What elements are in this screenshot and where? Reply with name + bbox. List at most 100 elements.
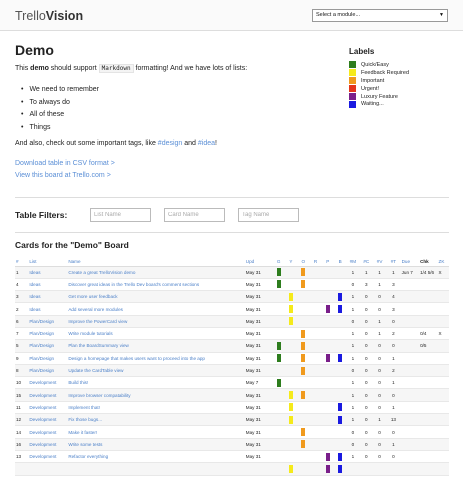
table-row[interactable]: 3 Ideas Get more user feedback May 31 1 0 0 4 bbox=[15, 290, 449, 304]
cell-list-name[interactable]: Development bbox=[28, 376, 68, 390]
label-bar-orange bbox=[301, 440, 306, 449]
cell-label-orange bbox=[297, 278, 310, 292]
col-header-comments[interactable]: #C bbox=[359, 257, 373, 267]
cell-card-name[interactable]: Refactor everything bbox=[67, 450, 245, 464]
cell-card-name[interactable] bbox=[67, 462, 245, 476]
cell-list-name[interactable]: Plan/Design bbox=[28, 315, 68, 328]
table-row[interactable]: 14 Development Make it faster! May 31 0 0 0 0 bbox=[15, 425, 449, 439]
bullet-item: All of these bbox=[21, 109, 99, 122]
cell-list-name[interactable]: Development bbox=[28, 388, 68, 402]
cell-list-name[interactable]: Plan/Design bbox=[28, 352, 68, 365]
cell-list-name[interactable]: Plan/Design bbox=[28, 364, 68, 378]
col-header-num[interactable]: # bbox=[15, 257, 29, 267]
table-row[interactable]: 7 Plan/Design Write module tutorials May 31… bbox=[15, 327, 449, 341]
table-row[interactable]: 9 Plan/Design Design a homepage that makes… bbox=[15, 352, 449, 365]
table-row[interactable]: 15 Development Improve browser compatabili… bbox=[15, 388, 449, 402]
labels-legend: Quick/Easy Feedback Required Important U… bbox=[349, 61, 409, 108]
cell-list-name[interactable]: Development bbox=[28, 413, 68, 427]
bullet-item: Things bbox=[21, 122, 99, 135]
csv-download-link[interactable]: Download table in CSV format > bbox=[15, 160, 115, 167]
col-header-list[interactable]: List bbox=[28, 257, 68, 267]
cell-label-yellow bbox=[284, 376, 298, 390]
cell-list-name[interactable]: Ideas bbox=[28, 278, 68, 292]
cell-list-name[interactable]: Development bbox=[28, 450, 68, 464]
cell-card-name[interactable]: Improve the PowerCard view bbox=[67, 315, 245, 328]
cell-card-name[interactable]: Discover great ideas in the Trello Dev b… bbox=[67, 278, 245, 292]
cell-list-name[interactable]: Ideas bbox=[28, 266, 68, 279]
legend-item: Waiting... bbox=[349, 100, 409, 108]
app-logo[interactable]: TrelloVision bbox=[15, 9, 83, 23]
cell-card-name[interactable]: Fix those bugs... bbox=[67, 413, 245, 427]
tag-link-design[interactable]: #design bbox=[158, 140, 183, 147]
cell-card-name[interactable]: Design a homepage that makes users want … bbox=[67, 352, 245, 365]
col-header-orange[interactable]: O bbox=[297, 257, 310, 267]
col-header-tasks[interactable]: #T bbox=[386, 257, 401, 267]
table-row[interactable]: 13 Development Refactor everything May 31 1 0… bbox=[15, 450, 449, 464]
col-header-checklist[interactable]: Chk bbox=[419, 257, 438, 267]
cell-comments: 0 bbox=[359, 290, 373, 304]
table-row[interactable]: 11 Development Implement that! May 31 1 0 0 1 bbox=[15, 401, 449, 415]
cell-tasks: 13 bbox=[386, 413, 401, 427]
cell-card-name[interactable]: Build this! bbox=[67, 376, 245, 390]
cell-card-name[interactable]: Improve browser compatability bbox=[67, 388, 245, 402]
cell-card-name[interactable]: Implement that! bbox=[67, 401, 245, 415]
tag-name-filter-input[interactable] bbox=[238, 208, 299, 222]
col-header-votes[interactable]: #V bbox=[372, 257, 387, 267]
col-header-yellow[interactable]: Y bbox=[284, 257, 298, 267]
cell-list-name[interactable]: Ideas bbox=[28, 302, 68, 316]
col-header-name[interactable]: Name bbox=[67, 257, 245, 267]
col-header-members[interactable]: #M bbox=[346, 257, 360, 267]
table-row[interactable]: 10 Development Build this! May 71001 bbox=[15, 376, 449, 390]
cell-list-name[interactable]: Development bbox=[28, 401, 68, 415]
table-row[interactable]: 6 Plan/Design Improve the PowerCard view Ma… bbox=[15, 315, 449, 328]
cell-checklist bbox=[419, 302, 438, 316]
col-header-updated[interactable]: Upd bbox=[244, 257, 273, 267]
cell-label-orange bbox=[297, 352, 310, 365]
cell-card-name[interactable]: Add several more modules bbox=[67, 302, 245, 316]
card-name-filter-input[interactable] bbox=[164, 208, 225, 222]
cell-due bbox=[400, 388, 420, 402]
trello-board-link[interactable]: View this board at Trello.com > bbox=[15, 172, 111, 179]
cell-votes: 0 bbox=[372, 290, 387, 304]
table-row[interactable]: 1 Ideas Create a great TrelloVision demo Ma… bbox=[15, 266, 449, 279]
col-header-purple[interactable]: P bbox=[321, 257, 334, 267]
table-row[interactable]: 12 Development Fix those bugs... May 31 1 0 1 1… bbox=[15, 413, 449, 427]
cell-list-name[interactable]: Plan/Design bbox=[28, 327, 68, 341]
cell-list-name[interactable]: Plan/Design bbox=[28, 339, 68, 353]
cell-updated: May 31 bbox=[244, 364, 273, 378]
table-row[interactable]: 4 Ideas Discover great ideas in the Trello… bbox=[15, 278, 449, 292]
tag-link-idea[interactable]: #idea bbox=[198, 140, 215, 147]
cell-card-name[interactable]: Make it faster! bbox=[67, 425, 245, 439]
cell-votes: 1 bbox=[372, 413, 387, 427]
cell-list-name[interactable]: Development bbox=[28, 425, 68, 439]
col-header-green[interactable]: G bbox=[272, 257, 285, 267]
cell-label-red bbox=[309, 401, 322, 415]
cell-label-red bbox=[309, 290, 322, 304]
col-header-due[interactable]: Due bbox=[400, 257, 420, 267]
col-header-red[interactable]: R bbox=[309, 257, 322, 267]
cell-card-name[interactable]: Write module tutorials bbox=[67, 327, 245, 341]
cell-card-name[interactable]: Plan the BoardSummary view bbox=[67, 339, 245, 353]
table-row[interactable]: 2 Ideas Add several more modules May 31 1 0 0 3 bbox=[15, 302, 449, 316]
cell-list-name[interactable]: Development bbox=[28, 438, 68, 451]
cell-label-red bbox=[309, 438, 322, 451]
tags-text: And also, check out some important tags,… bbox=[15, 140, 158, 147]
cell-card-name[interactable]: Write some tests bbox=[67, 438, 245, 451]
table-row[interactable] bbox=[15, 462, 449, 476]
cell-label-yellow bbox=[284, 302, 298, 316]
table-row[interactable]: 16 Development Write some tests May 31 0 0 0 1 bbox=[15, 438, 449, 451]
cell-list-name[interactable] bbox=[28, 462, 68, 476]
cell-card-name[interactable]: Create a great TrelloVision demo bbox=[67, 266, 245, 279]
module-select[interactable]: Select a module... ▼ bbox=[312, 9, 448, 22]
col-header-zk[interactable]: ZK bbox=[437, 257, 449, 267]
cell-zk bbox=[437, 462, 449, 476]
cell-list-name[interactable]: Ideas bbox=[28, 290, 68, 304]
cell-card-name[interactable]: Update the CardTable view bbox=[67, 364, 245, 378]
list-name-filter-input[interactable] bbox=[90, 208, 151, 222]
col-header-blue[interactable]: B bbox=[333, 257, 347, 267]
table-row[interactable]: 5 Plan/Design Plan the BoardSummary view Ma… bbox=[15, 339, 449, 353]
cell-zk bbox=[437, 302, 449, 316]
cell-card-name[interactable]: Get more user feedback bbox=[67, 290, 245, 304]
cell-label-blue bbox=[333, 388, 347, 402]
table-row[interactable]: 8 Plan/Design Update the CardTable view May… bbox=[15, 364, 449, 378]
